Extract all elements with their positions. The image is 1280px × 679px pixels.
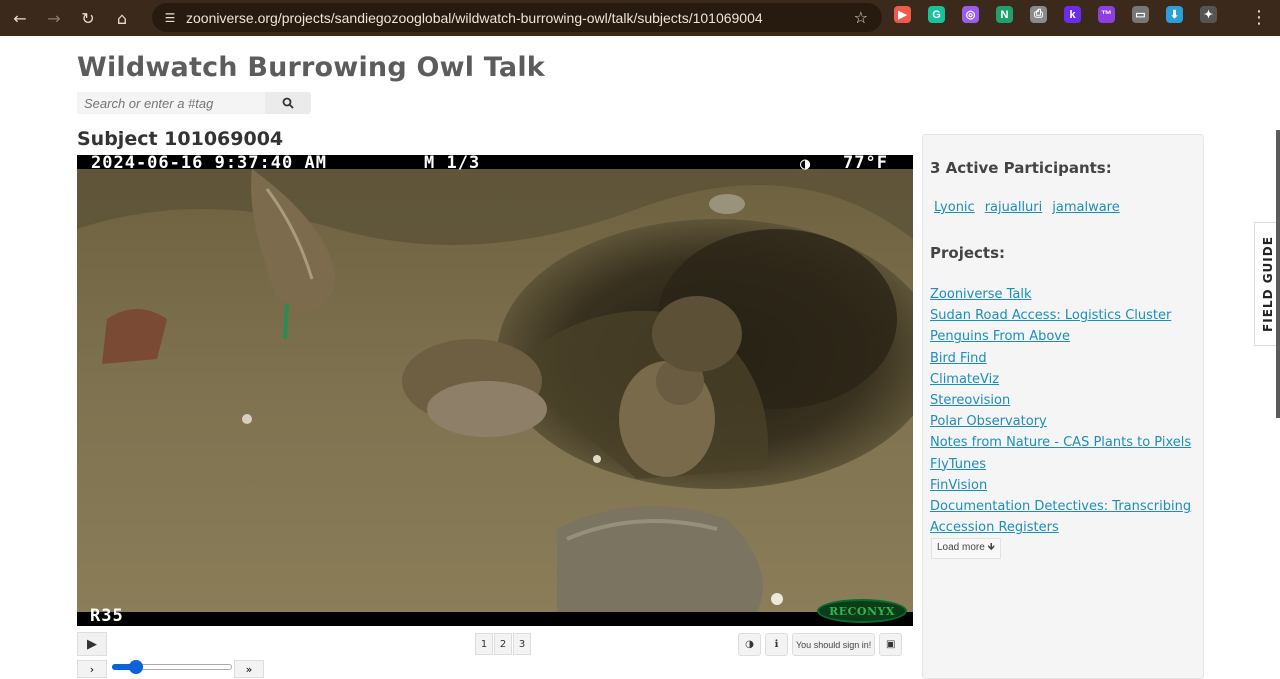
project-link[interactable]: FlyTunes [930, 454, 1198, 475]
color-ext-icon[interactable]: ◎ [962, 6, 979, 23]
field-guide-label: FIELD GUIDE [1260, 236, 1275, 332]
reconyx-logo: RECONYX [817, 599, 907, 623]
participants-list: Lyonic rajualluri jamalware [934, 200, 1130, 215]
projects-heading: Projects: [930, 244, 1005, 262]
step-forward-button[interactable]: » [234, 660, 264, 678]
metadata-button[interactable]: ℹ [765, 633, 788, 656]
osd-datetime: 2024-06-16 9:37:40 AM [91, 155, 327, 173]
participant-link[interactable]: Lyonic [934, 200, 975, 215]
extensions-bar: ▶ G ◎ N ⎙ k ™ ▭ ⬇ ✦ [894, 6, 1234, 23]
sign-in-button[interactable]: You should sign in! [792, 633, 876, 656]
notion-ext-icon[interactable]: N [996, 6, 1013, 23]
project-link[interactable]: Documentation Detectives: Transcribing [930, 496, 1198, 517]
project-link[interactable]: Stereovision [930, 390, 1198, 411]
osd-temperature: 77°F [843, 155, 888, 173]
reload-icon[interactable]: ↻ [71, 1, 105, 35]
project-link[interactable]: Zooniverse Talk [930, 284, 1198, 305]
osd-camera-id: R35 [90, 606, 124, 626]
participant-link[interactable]: jamalware [1052, 200, 1119, 215]
forward-icon[interactable]: → [37, 1, 71, 35]
image-tools: ◑ ℹ You should sign in! ▣ [738, 633, 906, 656]
project-link[interactable]: Polar Observatory [930, 411, 1198, 432]
search-button[interactable] [265, 92, 311, 114]
page-scrollbar[interactable] [1276, 130, 1280, 418]
home-icon[interactable]: ⌂ [105, 1, 139, 35]
back-icon[interactable]: ← [3, 1, 37, 35]
subject-title: Subject 101069004 [77, 128, 284, 150]
project-link[interactable]: Penguins From Above [930, 326, 1198, 347]
download-ext-icon[interactable]: ⬇ [1166, 6, 1183, 23]
invert-button[interactable]: ◑ [738, 633, 761, 656]
puzzle-ext-icon[interactable]: ✦ [1200, 6, 1217, 23]
slider-thumb[interactable] [129, 660, 143, 674]
project-link[interactable]: Notes from Nature - CAS Plants to Pixels [930, 432, 1198, 453]
frame-3-button[interactable]: 3 [513, 633, 531, 655]
search-icon [282, 97, 294, 109]
frame-1-button[interactable]: 1 [475, 633, 493, 655]
image-icon: ▣ [886, 639, 896, 650]
bookmark-star-icon[interactable]: ☆ [854, 8, 868, 27]
project-link[interactable]: Bird Find [930, 348, 1198, 369]
participants-heading: 3 Active Participants: [930, 159, 1112, 177]
page-title: Wildwatch Burrowing Owl Talk [77, 52, 545, 83]
frame-selector: 1 2 3 [475, 633, 532, 655]
reader-ext-icon[interactable]: ▭ [1132, 6, 1149, 23]
browser-toolbar: ← → ↻ ⌂ ☰ zooniverse.org/projects/sandie… [0, 0, 1280, 36]
site-info-icon[interactable]: ☰ [160, 11, 180, 25]
play-icon: ▶ [87, 636, 97, 652]
search-input[interactable] [77, 92, 265, 114]
tm-ext-icon[interactable]: ™ [1098, 6, 1115, 23]
subject-image[interactable]: 2024-06-16 9:37:40 AM M 1/3 ◑ 77°F R35 R… [77, 155, 913, 626]
burrow-scene-image [77, 169, 913, 612]
k-ext-icon[interactable]: k [1064, 6, 1081, 23]
grammarly-ext-icon[interactable]: G [928, 6, 945, 23]
step-back-button[interactable]: › [77, 660, 107, 678]
address-bar[interactable]: ☰ zooniverse.org/projects/sandiegozooglo… [152, 3, 882, 32]
info-icon: ℹ [774, 639, 779, 650]
moon-phase-icon: ◑ [800, 155, 812, 174]
project-link[interactable]: Accession Registers [930, 517, 1198, 538]
printer-ext-icon[interactable]: ⎙ [1030, 6, 1047, 23]
frame-slider[interactable] [112, 660, 232, 674]
cast-ext-icon[interactable]: ▶ [894, 6, 911, 23]
projects-list: Zooniverse Talk Sudan Road Access: Logis… [930, 284, 1198, 538]
image-link-button[interactable]: ▣ [879, 633, 903, 656]
talk-sidebar: 3 Active Participants: Lyonic rajualluri… [922, 134, 1204, 679]
contrast-icon: ◑ [745, 639, 754, 650]
browser-menu-icon[interactable]: ⋮ [1250, 7, 1268, 28]
load-more-button[interactable]: Load more 🡻 [931, 538, 1001, 559]
talk-search [77, 92, 311, 114]
url-text: zooniverse.org/projects/sandiegozoogloba… [186, 9, 763, 26]
project-link[interactable]: ClimateViz [930, 369, 1198, 390]
participant-link[interactable]: rajualluri [985, 200, 1043, 215]
project-link[interactable]: FinVision [930, 475, 1198, 496]
frame-2-button[interactable]: 2 [494, 633, 512, 655]
project-link[interactable]: Sudan Road Access: Logistics Cluster [930, 305, 1198, 326]
play-button[interactable]: ▶ [77, 632, 107, 656]
osd-frame: M 1/3 [424, 155, 481, 173]
